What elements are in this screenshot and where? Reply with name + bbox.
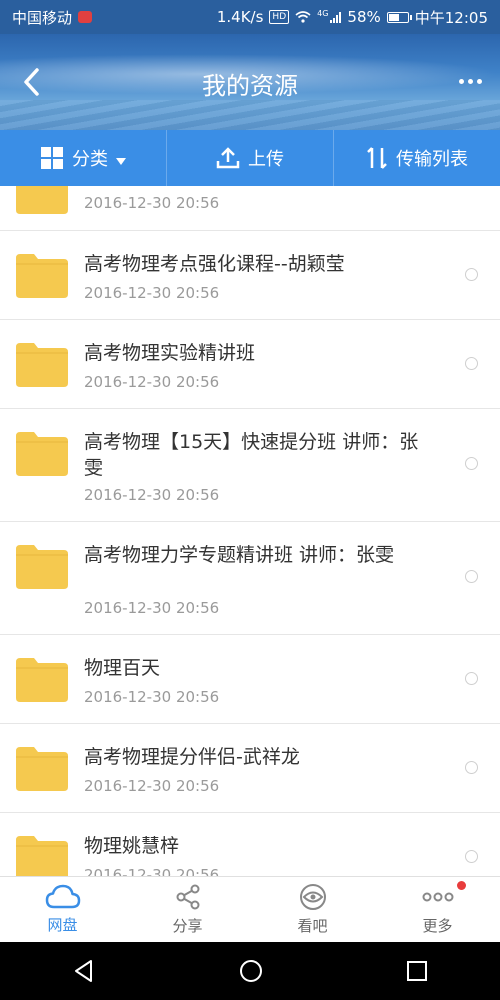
list-item[interactable]: 高考物理考点强化课程--胡颖莹 2016-12-30 20:56	[0, 231, 500, 320]
transfer-arrows-icon	[367, 147, 387, 169]
folder-icon	[16, 658, 68, 702]
item-date: 2016-12-30 20:56	[84, 194, 220, 212]
folder-icon	[16, 545, 68, 589]
nav-label: 分享	[172, 917, 203, 935]
list-item[interactable]: 高考物理提分伴侣-武祥龙 2016-12-30 20:56	[0, 724, 500, 813]
folder-icon	[16, 836, 68, 876]
item-date: 2016-12-30 20:56	[84, 777, 220, 795]
list-item[interactable]: 高考物理力学专题精讲班 讲师：张雯 2016-12-30 20:56	[0, 522, 500, 635]
file-list: 2016-12-30 20:56 高考物理考点强化课程--胡颖莹 2016-12…	[0, 186, 500, 876]
item-name: 高考物理提分伴侣-武祥龙	[84, 746, 300, 768]
action-toolbar: 分类 上传 传输列表	[0, 130, 500, 186]
select-radio[interactable]	[465, 850, 478, 863]
battery-percent: 58%	[347, 8, 381, 26]
carrier-label: 中国移动	[12, 8, 73, 27]
select-radio[interactable]	[465, 761, 478, 774]
nav-watch[interactable]: 看吧	[250, 877, 375, 942]
wifi-icon	[295, 11, 311, 23]
home-circle-icon[interactable]	[238, 958, 264, 984]
hd-icon: HD	[269, 10, 290, 24]
more-dots-icon	[458, 78, 464, 84]
select-radio[interactable]	[465, 457, 478, 470]
folder-icon	[16, 186, 68, 214]
page-title: 我的资源	[202, 72, 298, 100]
grid-icon	[41, 147, 63, 169]
nav-label: 更多	[422, 917, 453, 935]
cloud-icon	[45, 884, 80, 909]
item-name: 高考物理考点强化课程--胡颖莹	[84, 253, 345, 275]
item-name: 物理百天	[84, 657, 161, 679]
item-name: 高考物理力学专题精讲班 讲师：张雯	[84, 544, 395, 566]
folder-icon	[16, 343, 68, 387]
caret-down-icon	[116, 157, 126, 165]
item-date: 2016-12-30 20:56	[84, 866, 220, 876]
folder-icon	[16, 747, 68, 791]
item-name: 高考物理实验精讲班	[84, 342, 256, 364]
folder-icon	[16, 432, 68, 476]
network-type: 4G	[317, 8, 329, 18]
network-speed: 1.4K/s	[216, 8, 264, 26]
battery-icon	[386, 11, 412, 23]
item-date: 2016-12-30 20:56	[84, 486, 220, 504]
nav-more[interactable]: 更多	[375, 877, 500, 942]
select-radio[interactable]	[465, 570, 478, 583]
transfer-list-label: 传输列表	[396, 149, 468, 170]
upload-label: 上传	[248, 149, 284, 170]
item-name: 物理姚慧梓	[84, 835, 180, 857]
bottom-navigation: 网盘 分享 看吧 更多	[0, 876, 500, 942]
item-date: 2016-12-30 20:56	[84, 373, 220, 391]
item-date: 2016-12-30 20:56	[84, 688, 220, 706]
item-name: 高考物理【15天】快速提分班 讲师：张雯	[84, 431, 419, 479]
status-bar: 中国移动 1.4K/s HD 4G 58% 中午12:05	[0, 0, 500, 34]
system-nav-bar	[0, 942, 500, 1000]
upload-button[interactable]: 上传	[167, 130, 334, 186]
recents-square-icon[interactable]	[405, 959, 429, 983]
clock: 中午12:05	[414, 8, 488, 27]
category-label: 分类	[72, 149, 108, 170]
more-options-button[interactable]	[452, 66, 488, 96]
list-item[interactable]: 高考物理实验精讲班 2016-12-30 20:56	[0, 320, 500, 409]
nav-label: 看吧	[297, 917, 328, 935]
notification-dot	[457, 881, 466, 890]
share-icon	[176, 884, 199, 910]
more-circles-icon	[422, 892, 453, 902]
list-item[interactable]: 2016-12-30 20:56	[0, 186, 500, 231]
transfer-list-button[interactable]: 传输列表	[334, 130, 500, 186]
nav-share[interactable]: 分享	[125, 877, 250, 942]
folder-icon	[16, 254, 68, 298]
signal-icon	[330, 11, 342, 23]
item-date: 2016-12-30 20:56	[84, 599, 220, 617]
nav-netdisk[interactable]: 网盘	[0, 877, 125, 942]
back-triangle-icon[interactable]	[71, 958, 97, 984]
select-radio[interactable]	[465, 268, 478, 281]
select-radio[interactable]	[465, 672, 478, 685]
list-item[interactable]: 物理姚慧梓 2016-12-30 20:56	[0, 813, 500, 876]
list-item[interactable]: 高考物理【15天】快速提分班 讲师：张雯 2016-12-30 20:56	[0, 409, 500, 522]
nav-label: 网盘	[47, 916, 78, 934]
category-button[interactable]: 分类	[0, 130, 167, 186]
app-notification-icon	[78, 11, 93, 23]
select-radio[interactable]	[465, 357, 478, 370]
item-date: 2016-12-30 20:56	[84, 284, 220, 302]
upload-icon	[216, 147, 240, 169]
eye-icon	[299, 884, 326, 910]
list-item[interactable]: 物理百天 2016-12-30 20:56	[0, 635, 500, 724]
header-banner: 我的资源	[0, 34, 500, 130]
